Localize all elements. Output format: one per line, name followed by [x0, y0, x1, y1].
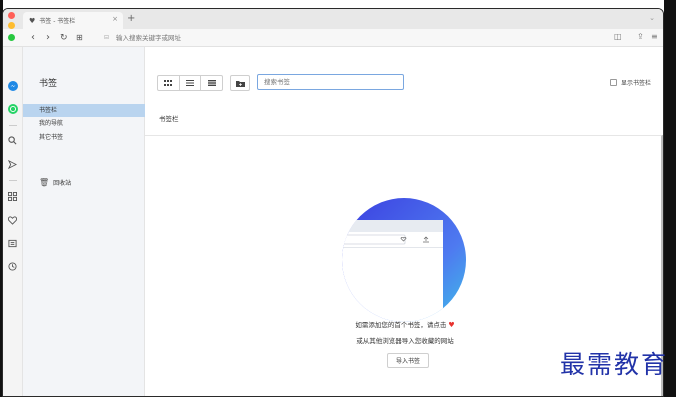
watermark-logo-text: 最需教育 [559, 350, 668, 379]
tab-close-icon[interactable]: × [112, 15, 118, 23]
sidebar-item-bookmark-bar[interactable]: 书签栏 [23, 104, 145, 117]
whatsapp-icon[interactable] [7, 103, 18, 114]
messenger-icon[interactable] [7, 80, 18, 91]
compact-view-button[interactable] [201, 76, 222, 90]
screen-edge-right [664, 0, 676, 397]
trash-icon: 🗑 [39, 178, 50, 187]
sidebar-item-other-bookmarks[interactable]: 其它书签 [23, 131, 145, 144]
close-window-button[interactable] [8, 12, 15, 19]
bookmark-search-box [257, 74, 404, 90]
show-bookmark-bar-label: 显示书签栏 [620, 80, 651, 87]
sidebar-rail [3, 47, 23, 396]
address-bar: ‹ › ↻ ⊞ ⊟ ◫ ⇪ ≡ [3, 29, 663, 47]
apps-icon[interactable] [7, 191, 18, 202]
reload-icon[interactable]: ↻ [60, 31, 68, 45]
tab-bar: ♥ 书签 - 书签栏 × + ⌄ [3, 9, 663, 29]
heart-icon: ♥ [29, 16, 36, 25]
import-bookmarks-button[interactable]: 导入书签 [387, 353, 429, 368]
section-title: 书签栏 [159, 115, 179, 123]
list-view-icon [186, 80, 194, 86]
add-folder-button[interactable] [230, 75, 250, 91]
list-view-button[interactable] [180, 76, 202, 90]
sidebar-item-trash[interactable]: 🗑 回收站 [39, 178, 71, 187]
empty-state-line2: 或从其他浏览器导入您收藏的网站 [356, 337, 454, 345]
view-toggle-group [157, 75, 223, 91]
empty-state-message: 如需添加您的首个书签，请点击 ♥ [145, 319, 663, 329]
new-tab-button[interactable]: + [127, 12, 135, 26]
maximize-window-button[interactable] [8, 34, 15, 41]
sidebar-item-label: 书签栏 [39, 107, 58, 114]
favorites-heart-icon[interactable] [7, 215, 18, 226]
notes-icon[interactable] [7, 238, 18, 249]
empty-state-line1: 如需添加您的首个书签，请点击 [355, 321, 447, 329]
minimize-window-button[interactable] [8, 22, 15, 29]
send-icon[interactable] [7, 159, 18, 170]
search-icon[interactable] [7, 135, 18, 146]
compact-view-icon [207, 80, 216, 86]
grid-icon[interactable]: ⊞ [76, 31, 83, 45]
back-icon[interactable]: ‹ [31, 31, 35, 45]
site-info-icon[interactable]: ⊟ [104, 31, 109, 45]
tab-bookmarks[interactable]: ♥ 书签 - 书签栏 × [23, 12, 123, 29]
tab-title: 书签 - 书签栏 [39, 18, 76, 25]
rail-divider [9, 125, 17, 126]
sidebar-item-my-navigation[interactable]: 我的导航 [23, 117, 145, 130]
sidebar-item-label: 回收站 [53, 180, 72, 187]
camera-icon[interactable]: ◫ [614, 32, 622, 41]
share-icon[interactable]: ⇪ [637, 32, 644, 41]
show-bookmark-bar-checkbox[interactable] [609, 79, 617, 86]
forward-icon[interactable]: › [46, 31, 50, 45]
show-bookmark-bar-toggle[interactable]: 显示书签栏 [609, 78, 651, 87]
folder-add-icon [235, 80, 245, 87]
rail-divider [9, 180, 17, 181]
menu-icon[interactable]: ≡ [651, 32, 658, 41]
grid-view-button[interactable] [158, 76, 180, 90]
browser-window: ♥ 书签 - 书签栏 × + ⌄ ‹ › ↻ ⊞ ⊟ ◫ ⇪ ≡ [2, 8, 664, 397]
tab-menu-icon[interactable]: ⌄ [649, 14, 655, 22]
section-divider [145, 135, 663, 136]
history-clock-icon[interactable] [7, 261, 18, 272]
heart-icon: ♥ [448, 321, 455, 329]
bookmark-search-input[interactable] [258, 75, 403, 89]
grid-view-icon [164, 80, 173, 86]
page-title: 书签 [39, 79, 58, 89]
address-input[interactable] [116, 32, 596, 44]
sidebar-item-label: 我的导航 [39, 120, 64, 127]
bookmarks-sidebar: 书签 书签栏 我的导航 其它书签 🗑 回收站 [23, 47, 145, 396]
sidebar-item-label: 其它书签 [39, 134, 64, 141]
